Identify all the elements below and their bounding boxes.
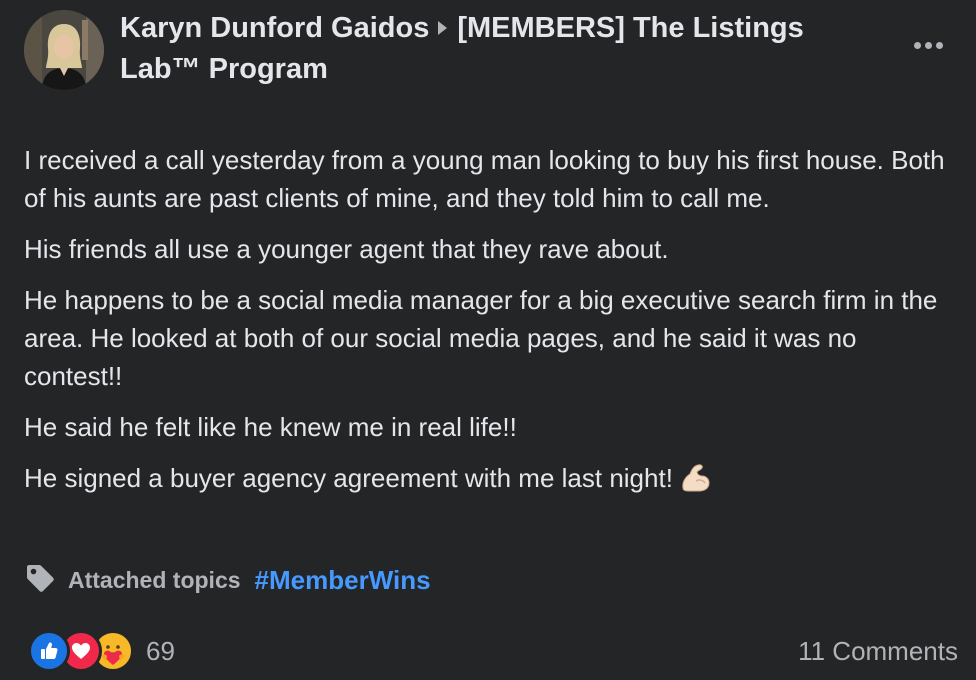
post-card: Karyn Dunford Gaidos [MEMBERS] The Listin… bbox=[0, 0, 976, 680]
tag-icon bbox=[24, 562, 56, 599]
author-avatar[interactable] bbox=[24, 10, 104, 90]
avatar-image bbox=[24, 10, 104, 90]
attached-topics-label: Attached topics bbox=[68, 566, 241, 593]
reaction-count: 69 bbox=[146, 635, 175, 666]
attached-topics: Attached topics #MemberWins bbox=[24, 560, 431, 600]
hashtag-link[interactable]: #MemberWins bbox=[255, 565, 431, 596]
post-paragraph: His friends all use a younger agent that… bbox=[24, 234, 669, 264]
post-title: Karyn Dunford Gaidos [MEMBERS] The Listin… bbox=[120, 8, 860, 90]
like-icon bbox=[28, 630, 70, 672]
post-paragraph: He happens to be a social media manager … bbox=[24, 285, 938, 391]
author-name[interactable]: Karyn Dunford Gaidos bbox=[120, 12, 429, 44]
post-footer: 69 11 Comments bbox=[24, 628, 958, 674]
more-options-button[interactable] bbox=[904, 30, 952, 60]
post-body: I received a call yesterday from a young… bbox=[24, 141, 954, 518]
flexed-biceps-icon bbox=[679, 461, 713, 505]
caret-right-icon bbox=[438, 21, 448, 35]
comments-count-link[interactable]: 11 Comments bbox=[798, 636, 958, 667]
more-dot-icon bbox=[924, 41, 932, 49]
post-paragraph-last: He signed a buyer agency agreement with … bbox=[24, 459, 954, 505]
post-header: Karyn Dunford Gaidos [MEMBERS] The Listin… bbox=[22, 8, 952, 90]
more-dot-icon bbox=[913, 41, 921, 49]
post-paragraph: I received a call yesterday from a young… bbox=[24, 145, 945, 213]
post-paragraph: He signed a buyer agency agreement with … bbox=[24, 463, 673, 493]
reactions-summary[interactable]: 69 bbox=[28, 630, 175, 672]
more-dot-icon bbox=[935, 41, 943, 49]
post-paragraph: He said he felt like he knew me in real … bbox=[24, 412, 517, 442]
